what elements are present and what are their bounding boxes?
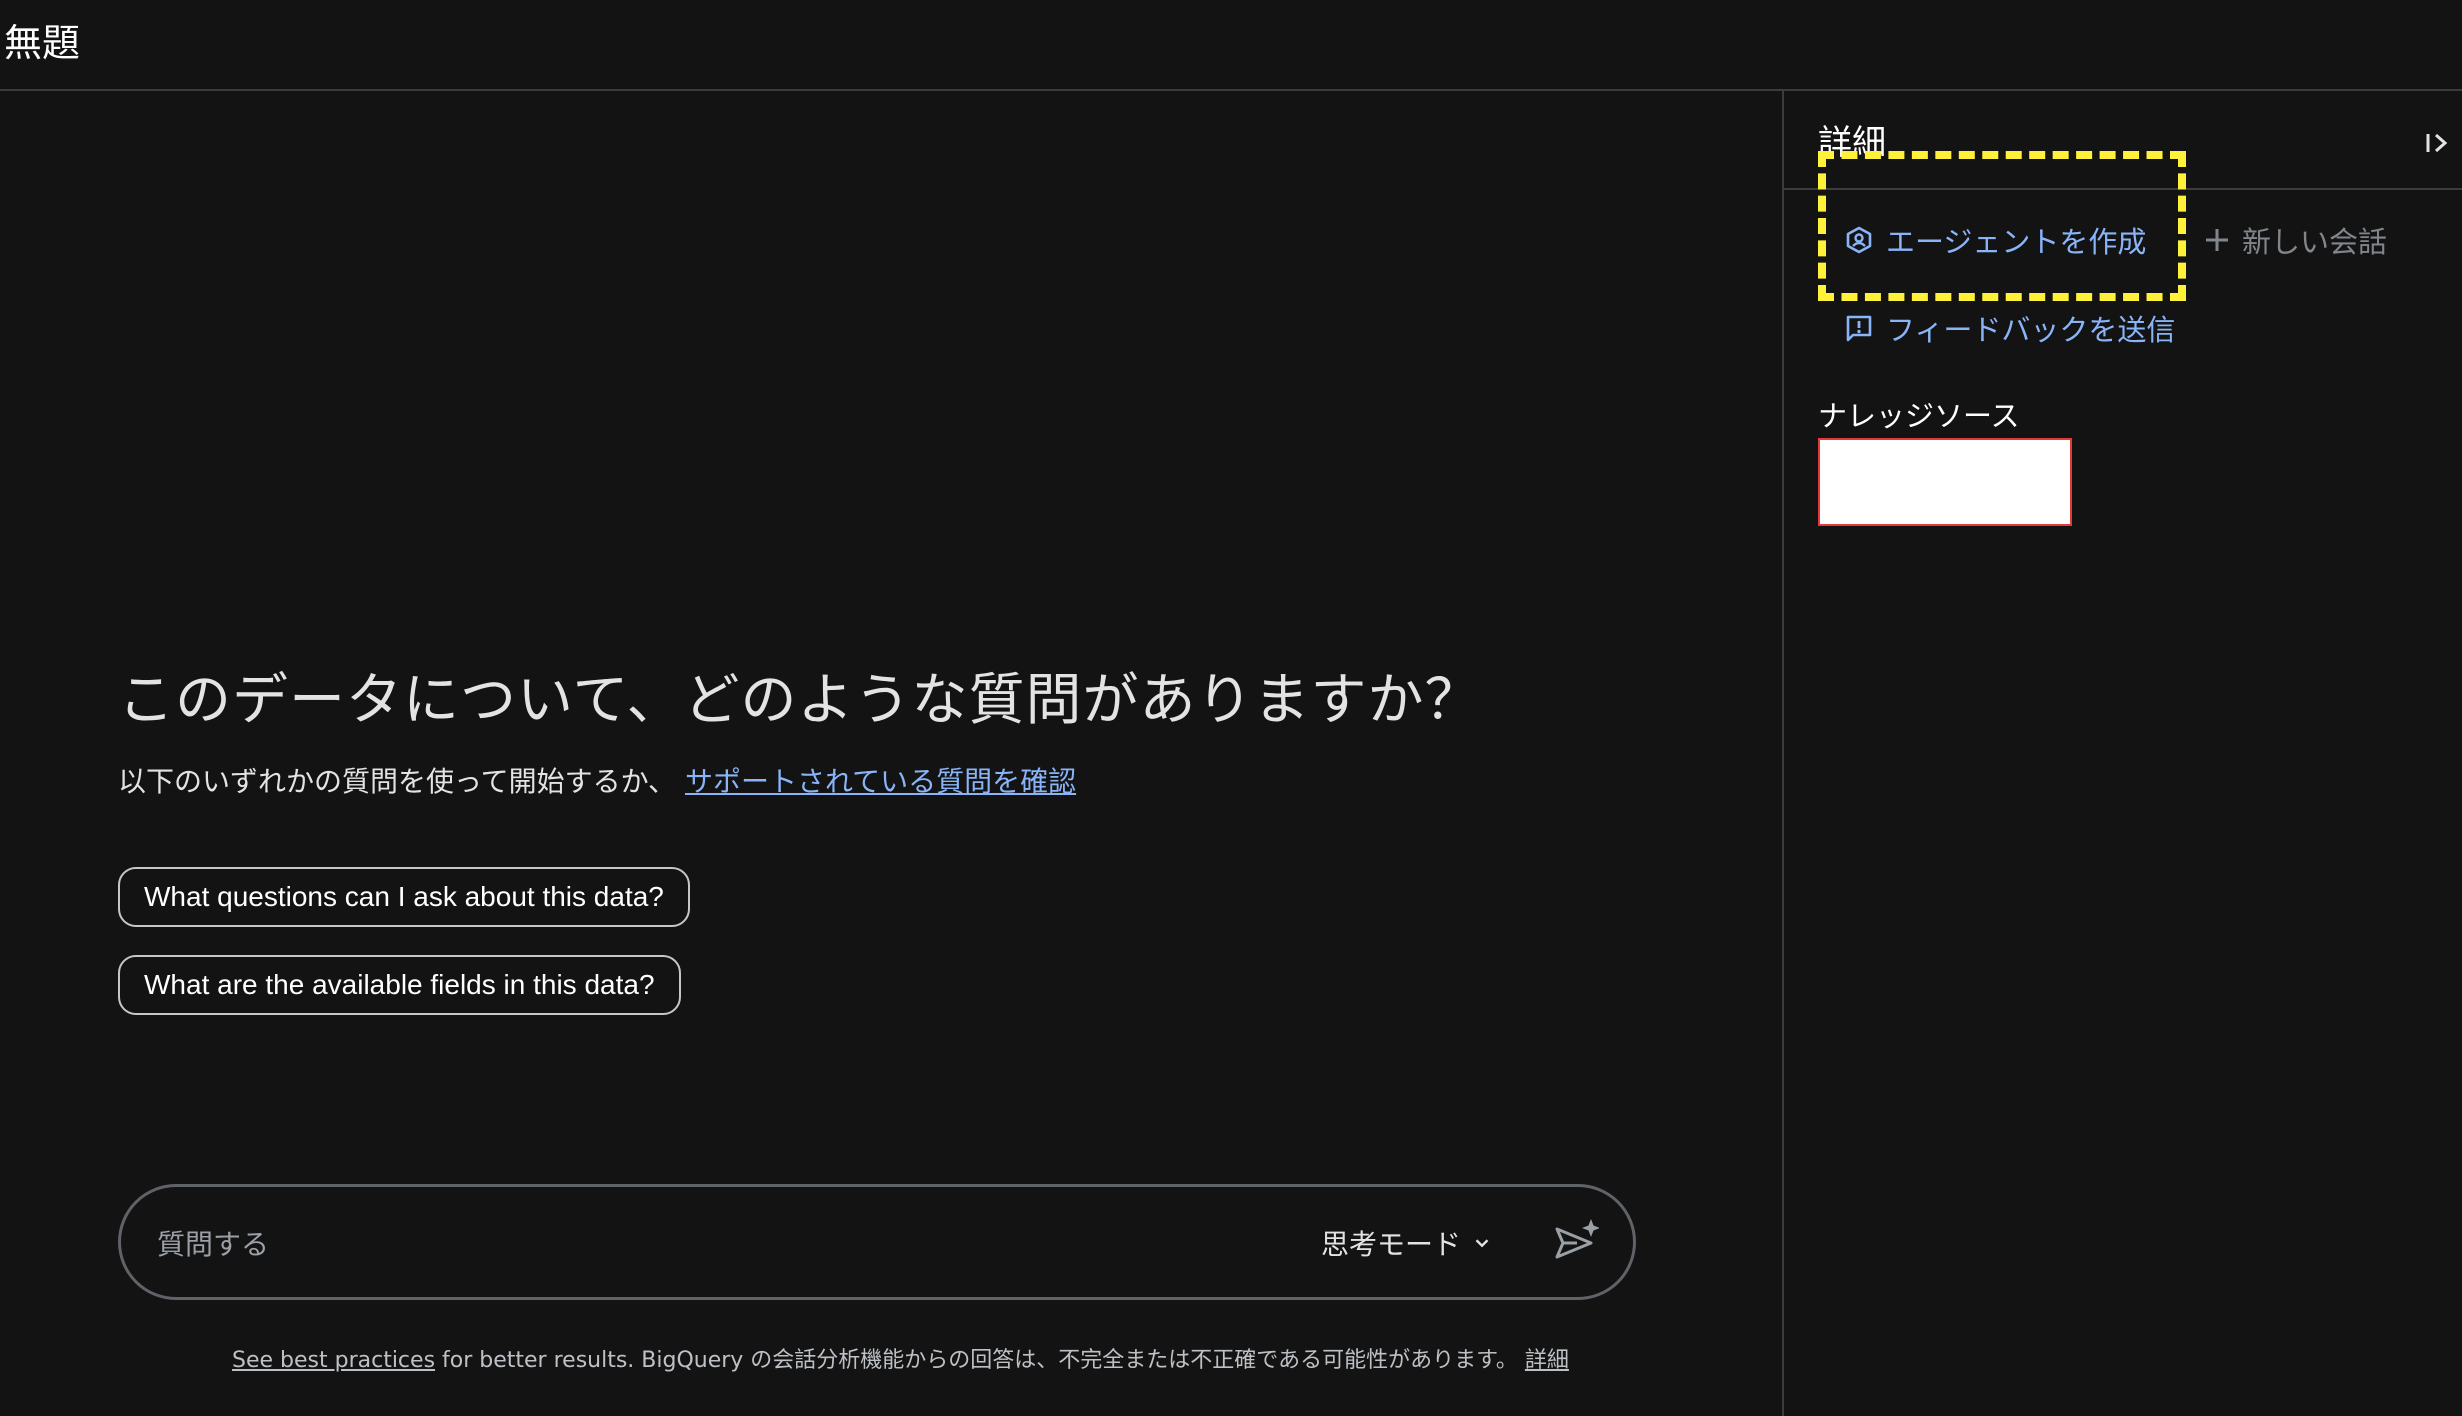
create-agent-button[interactable]: エージェントを作成 [1844,219,2146,261]
best-practices-link[interactable]: See best practices [232,1348,435,1373]
top-bar: 無題 [0,0,2462,91]
details-panel: 詳細 エージェントを作成 新しい会話 フィードバックを送信 ナレッジソース [1782,91,2462,1416]
chevron-down-icon [1475,1239,1489,1248]
create-agent-label: エージェントを作成 [1886,225,2147,259]
new-conversation-button[interactable]: 新しい会話 [2204,219,2387,261]
collapse-panel-icon[interactable] [2424,129,2452,157]
new-conversation-label: 新しい会話 [2242,225,2388,259]
knowledge-sources-label: ナレッジソース [1818,399,2020,433]
welcome-headline: このデータについて、どのような質問がありますか？ [118,668,1482,733]
details-link[interactable]: 詳細 [1525,1348,1569,1373]
intro-line: 以下のいずれかの質問を使って開始するか、 サポートされている質問を確認 [118,760,1076,800]
question-input[interactable] [155,1217,1259,1271]
intro-text: 以下のいずれかの質問を使って開始するか、 [118,765,677,798]
send-icon[interactable] [1551,1217,1599,1265]
plus-icon [2206,229,2228,251]
thinking-mode-label: 思考モード [1321,1228,1462,1261]
question-composer: 思考モード [118,1184,1636,1300]
feedback-icon [1846,315,1872,342]
suggestion-chip[interactable]: What are the available fields in this da… [118,955,681,1015]
supported-questions-link[interactable]: サポートされている質問を確認 [685,765,1076,798]
suggestion-chip[interactable]: What questions can I ask about this data… [118,867,690,927]
disclaimer-footer: See best practices for better results. B… [232,1342,1569,1374]
main-panel: このデータについて、どのような質問がありますか？ 以下のいずれかの質問を使って開… [0,91,1782,1416]
knowledge-source-item[interactable] [1818,438,2072,526]
page-title: 無題 [4,21,81,65]
thinking-mode-dropdown[interactable]: 思考モード [1321,1223,1493,1263]
details-panel-title: 詳細 [1818,123,1886,163]
send-feedback-button[interactable]: フィードバックを送信 [1844,307,2175,349]
disclaimer-text: for better results. BigQuery の会話分析機能からの回… [435,1348,1525,1373]
agent-icon [1846,226,1872,254]
send-feedback-label: フィードバックを送信 [1886,313,2176,347]
panel-divider [1784,188,2462,190]
